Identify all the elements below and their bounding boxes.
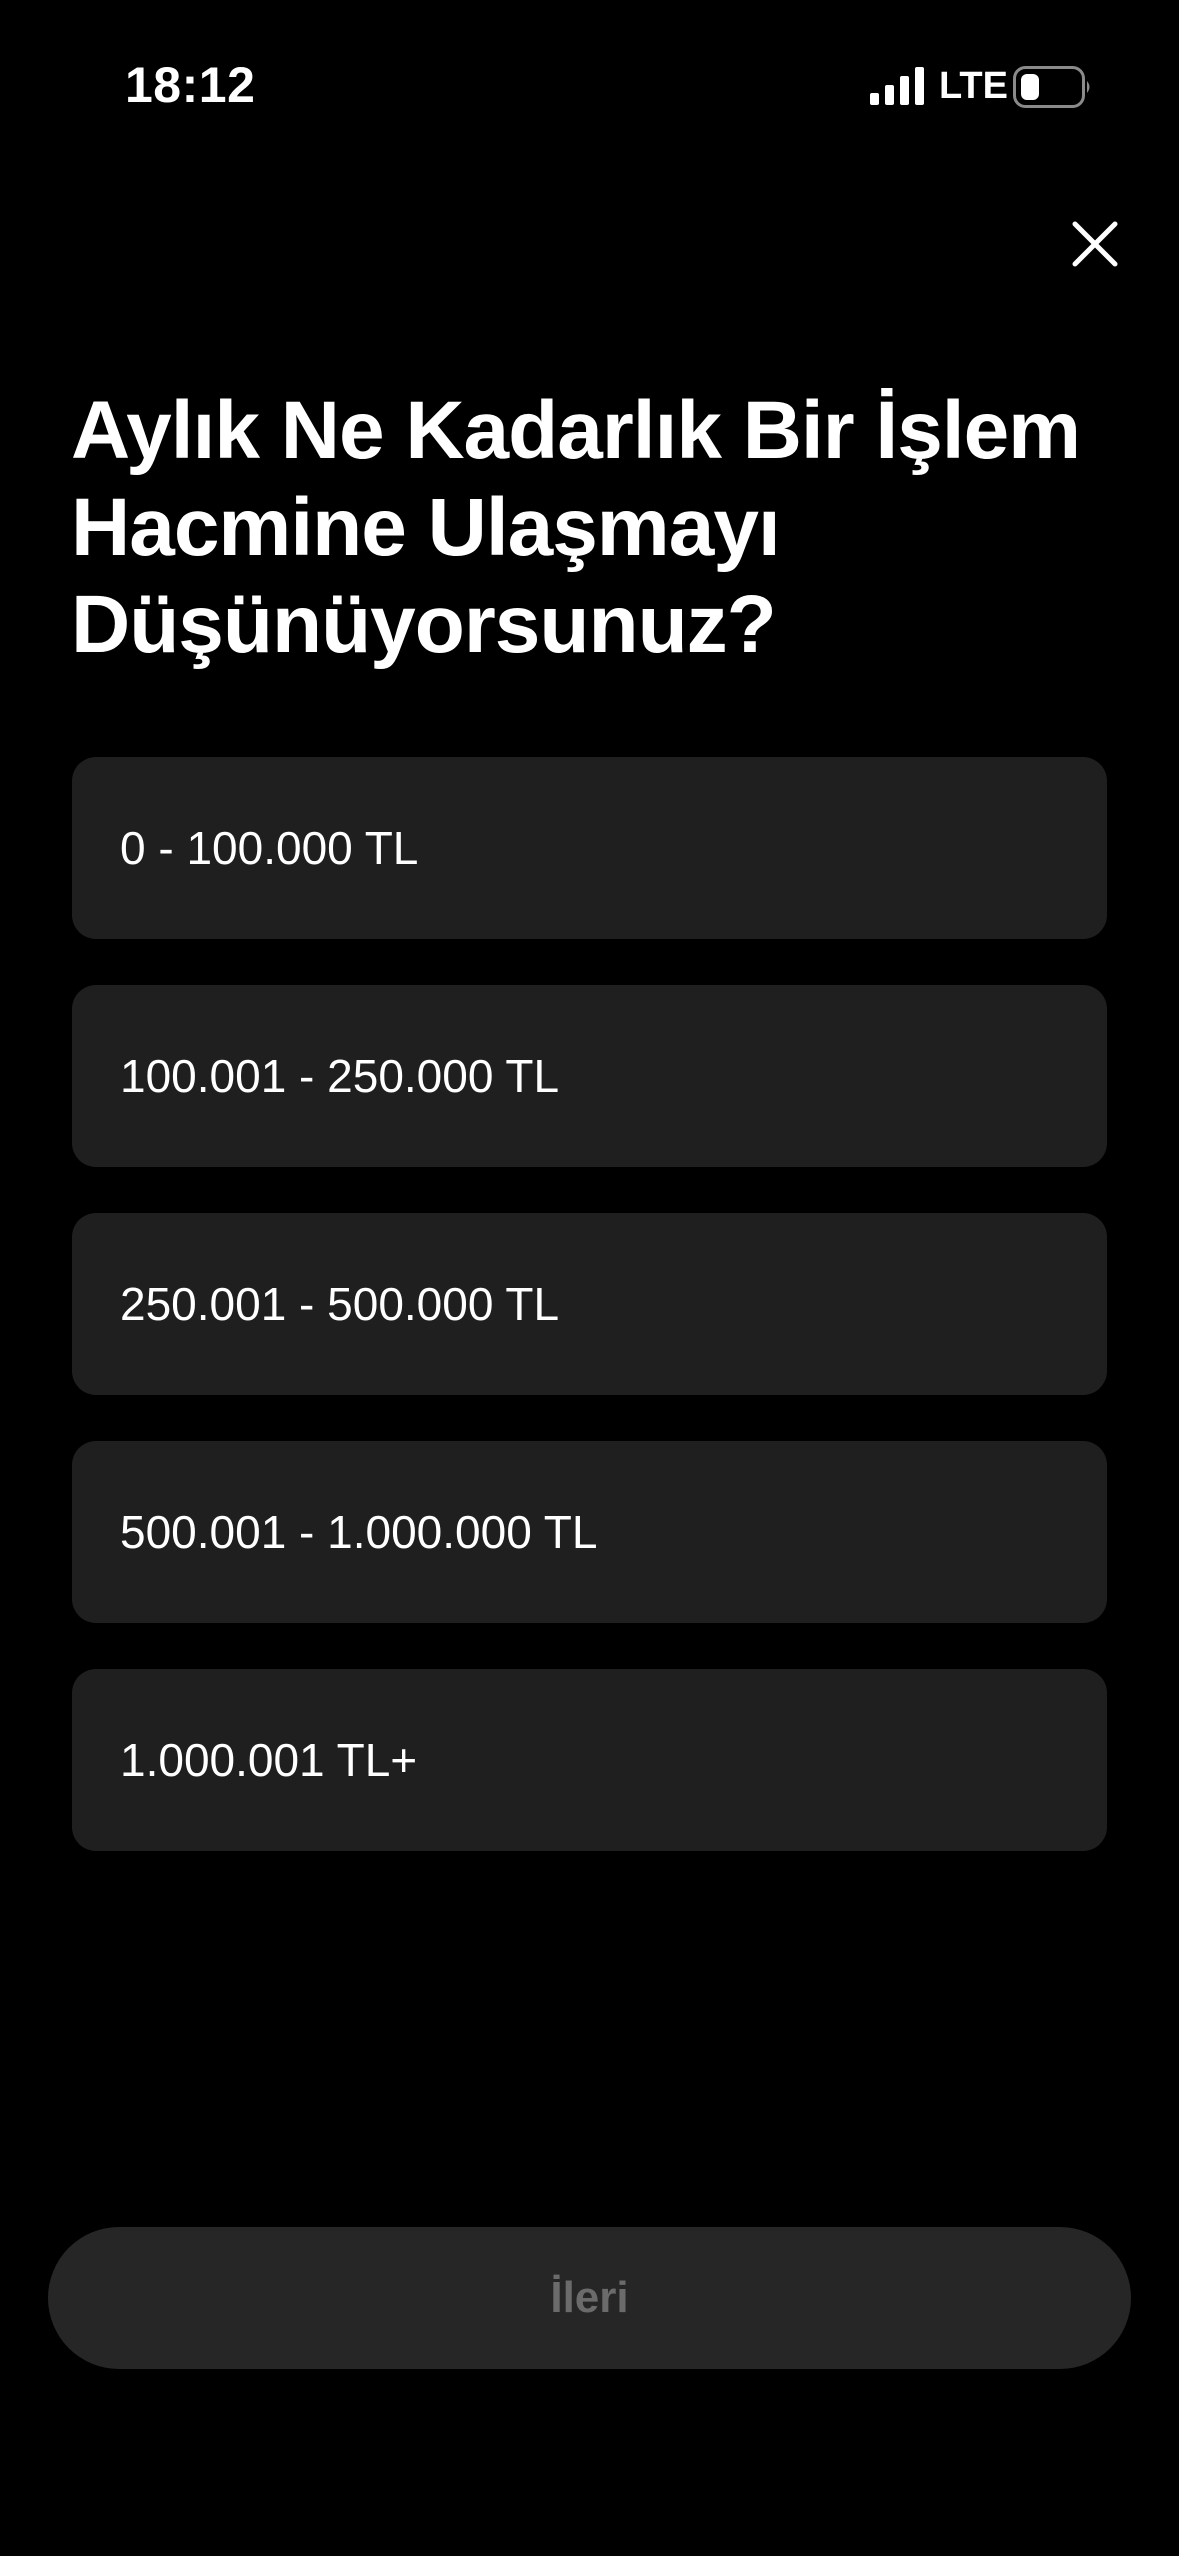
network-label: LTE bbox=[939, 65, 1008, 107]
battery-icon bbox=[1013, 66, 1090, 108]
page-title: Aylık Ne Kadarlık Bir İşlem Hacmine Ulaş… bbox=[71, 382, 1131, 673]
volume-options-list: 0 - 100.000 TL 100.001 - 250.000 TL 250.… bbox=[72, 757, 1107, 1897]
option-250k-500k[interactable]: 250.001 - 500.000 TL bbox=[72, 1213, 1107, 1395]
option-label: 0 - 100.000 TL bbox=[120, 822, 419, 874]
close-button[interactable] bbox=[1063, 212, 1127, 276]
status-bar: 18:12 LTE bbox=[0, 0, 1179, 160]
option-label: 500.001 - 1.000.000 TL bbox=[120, 1506, 598, 1558]
option-label: 1.000.001 TL+ bbox=[120, 1734, 418, 1786]
next-button-label: İleri bbox=[550, 2273, 629, 2322]
option-label: 250.001 - 500.000 TL bbox=[120, 1278, 560, 1330]
close-icon bbox=[1072, 221, 1118, 267]
option-0-100k[interactable]: 0 - 100.000 TL bbox=[72, 757, 1107, 939]
option-100k-250k[interactable]: 100.001 - 250.000 TL bbox=[72, 985, 1107, 1167]
option-500k-1m[interactable]: 500.001 - 1.000.000 TL bbox=[72, 1441, 1107, 1623]
next-button[interactable]: İleri bbox=[48, 2227, 1131, 2369]
page-title-line: Düşünüyorsunuz? bbox=[71, 579, 777, 670]
option-1m-plus[interactable]: 1.000.001 TL+ bbox=[72, 1669, 1107, 1851]
signal-icon bbox=[870, 67, 924, 105]
page-title-line: Aylık Ne Kadarlık Bir İşlem bbox=[71, 385, 1081, 476]
status-time: 18:12 bbox=[125, 57, 256, 113]
option-label: 100.001 - 250.000 TL bbox=[120, 1050, 560, 1102]
page-title-line: Hacmine Ulaşmayı bbox=[71, 482, 781, 573]
